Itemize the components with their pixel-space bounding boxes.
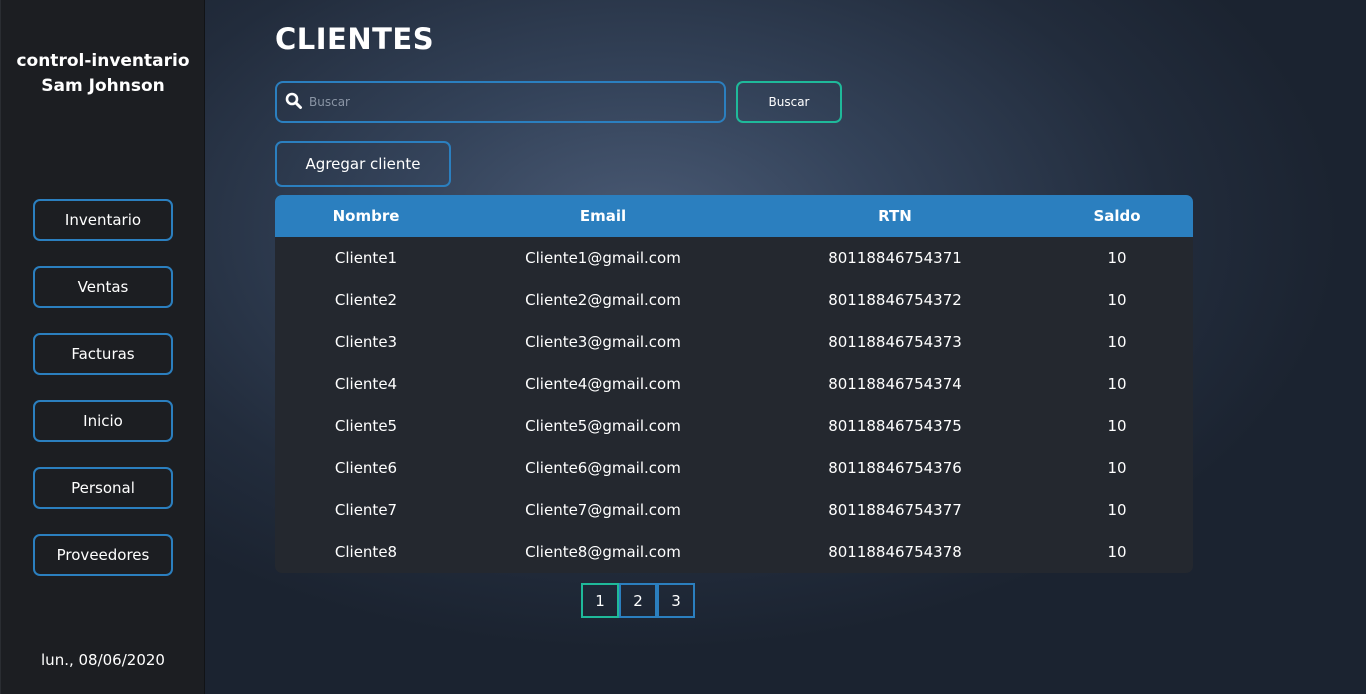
search-icon: [285, 92, 302, 109]
cell-saldo: 10: [1107, 543, 1127, 561]
cell-email: Cliente5@gmail.com: [525, 417, 681, 435]
cell-nombre: Cliente1: [334, 249, 398, 267]
app-name: control-inventario: [16, 51, 190, 71]
page-button-3[interactable]: 3: [657, 583, 695, 618]
nav-proveedores-button[interactable]: Proveedores: [33, 534, 173, 576]
cell-email: Cliente8@gmail.com: [525, 543, 681, 561]
cell-email: Cliente1@gmail.com: [525, 249, 681, 267]
cell-saldo: 10: [1107, 459, 1127, 477]
table-row[interactable]: Cliente7 Cliente7@gmail.com 801188467543…: [275, 489, 1193, 531]
table-header-row: Nombre Email RTN Saldo: [275, 195, 1193, 237]
column-header-nombre[interactable]: Nombre: [275, 195, 457, 237]
cell-nombre: Cliente4: [334, 375, 398, 393]
cell-rtn: 80118846754372: [828, 291, 962, 309]
nav-inventario-button[interactable]: Inventario: [33, 199, 173, 241]
page-button-2[interactable]: 2: [619, 583, 657, 618]
cell-nombre: Cliente2: [334, 291, 398, 309]
clients-table: Nombre Email RTN Saldo Cliente1 Cliente1…: [275, 195, 1193, 573]
table-row[interactable]: Cliente4 Cliente4@gmail.com 801188467543…: [275, 363, 1193, 405]
cell-rtn: 80118846754375: [828, 417, 962, 435]
add-client-button[interactable]: Agregar cliente: [275, 141, 451, 187]
column-header-rtn[interactable]: RTN: [749, 195, 1041, 237]
cell-email: Cliente4@gmail.com: [525, 375, 681, 393]
cell-email: Cliente6@gmail.com: [525, 459, 681, 477]
cell-rtn: 80118846754376: [828, 459, 962, 477]
cell-saldo: 10: [1107, 375, 1127, 393]
nav-ventas-button[interactable]: Ventas: [33, 266, 173, 308]
nav-facturas-button[interactable]: Facturas: [33, 333, 173, 375]
cell-rtn: 80118846754374: [828, 375, 962, 393]
column-header-saldo[interactable]: Saldo: [1041, 195, 1193, 237]
cell-rtn: 80118846754378: [828, 543, 962, 561]
cell-email: Cliente7@gmail.com: [525, 501, 681, 519]
sidebar: control-inventario Sam Johnson Inventari…: [0, 0, 205, 694]
cell-nombre: Cliente8: [334, 543, 398, 561]
cell-nombre: Cliente7: [334, 501, 398, 519]
cell-nombre: Cliente3: [334, 333, 398, 351]
current-date: lun., 08/06/2020: [41, 651, 165, 669]
page-button-1[interactable]: 1: [581, 583, 619, 618]
cell-rtn: 80118846754371: [828, 249, 962, 267]
pagination: 1 2 3: [581, 583, 695, 618]
nav-inicio-button[interactable]: Inicio: [33, 400, 173, 442]
cell-saldo: 10: [1107, 333, 1127, 351]
table-row[interactable]: Cliente6 Cliente6@gmail.com 801188467543…: [275, 447, 1193, 489]
cell-rtn: 80118846754377: [828, 501, 962, 519]
table-row[interactable]: Cliente1 Cliente1@gmail.com 801188467543…: [275, 237, 1193, 279]
cell-saldo: 10: [1107, 417, 1127, 435]
search-button[interactable]: Buscar: [736, 81, 842, 123]
cell-nombre: Cliente6: [334, 459, 398, 477]
table-row[interactable]: Cliente3 Cliente3@gmail.com 801188467543…: [275, 321, 1193, 363]
cell-saldo: 10: [1107, 291, 1127, 309]
table-row[interactable]: Cliente8 Cliente8@gmail.com 801188467543…: [275, 531, 1193, 573]
cell-rtn: 80118846754373: [828, 333, 962, 351]
cell-saldo: 10: [1107, 249, 1127, 267]
page-title: CLIENTES: [275, 22, 435, 56]
cell-saldo: 10: [1107, 501, 1127, 519]
cell-email: Cliente3@gmail.com: [525, 333, 681, 351]
user-name: Sam Johnson: [41, 76, 165, 96]
cell-email: Cliente2@gmail.com: [525, 291, 681, 309]
table-row[interactable]: Cliente5 Cliente5@gmail.com 801188467543…: [275, 405, 1193, 447]
column-header-email[interactable]: Email: [457, 195, 749, 237]
search-box: [275, 81, 726, 123]
table-row[interactable]: Cliente2 Cliente2@gmail.com 801188467543…: [275, 279, 1193, 321]
nav-personal-button[interactable]: Personal: [33, 467, 173, 509]
search-input[interactable]: [309, 83, 719, 121]
cell-nombre: Cliente5: [334, 417, 398, 435]
